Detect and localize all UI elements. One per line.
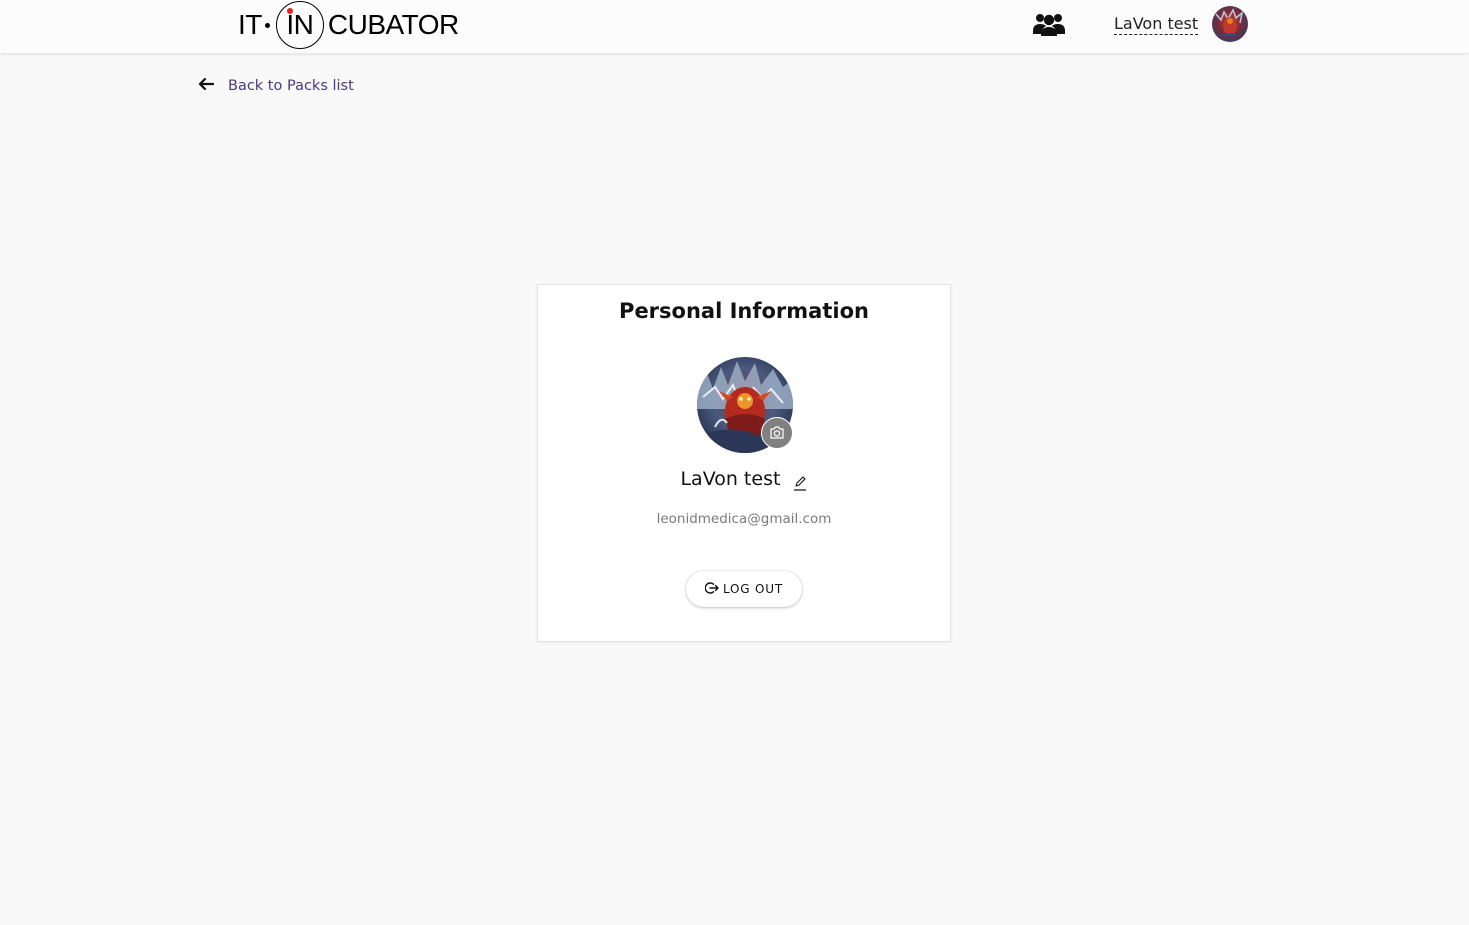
logo-part-cubator: CUBATOR (327, 9, 459, 40)
users-icon[interactable] (1032, 10, 1066, 38)
logo-ring: IN (275, 1, 324, 49)
logo-red-dot (286, 8, 293, 14)
logo-dot (264, 22, 270, 28)
profile-avatar-container (697, 357, 793, 453)
logout-icon (704, 581, 719, 598)
logout-label: LOG OUT (723, 582, 783, 596)
logo-part-it: IT (238, 9, 262, 40)
personal-info-card: Personal Information LaVon test leonidme… (537, 284, 951, 642)
card-title: Personal Information (619, 299, 869, 323)
back-to-packs-link[interactable]: Back to Packs list (198, 76, 354, 95)
top-header: IT IN CUBATOR LaVon test (0, 0, 1469, 53)
it-incubator-logo[interactable]: IT IN CUBATOR (238, 0, 459, 50)
change-photo-button[interactable] (761, 417, 793, 449)
profile-name: LaVon test (680, 468, 781, 490)
camera-icon (769, 424, 785, 443)
logout-button[interactable]: LOG OUT (686, 571, 802, 607)
arrow-left-icon (198, 76, 215, 95)
header-avatar[interactable] (1212, 6, 1248, 42)
header-user-name[interactable]: LaVon test (1114, 14, 1199, 35)
back-link-label: Back to Packs list (228, 77, 354, 94)
profile-email: leonidmedica@gmail.com (656, 511, 832, 527)
pencil-icon[interactable] (792, 475, 808, 491)
profile-name-row: LaVon test (538, 468, 950, 491)
